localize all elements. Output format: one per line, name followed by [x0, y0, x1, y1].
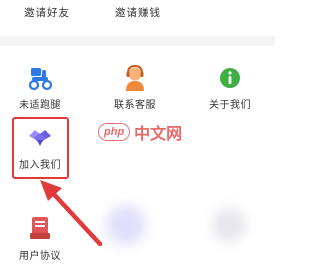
grid-item-label: 联系客服: [114, 100, 156, 111]
invite-friends-item[interactable]: 邀请好友: [24, 5, 70, 20]
grid-item-label: 未适跑腿: [19, 100, 61, 111]
grid-item-about-us[interactable]: 关于我们: [195, 64, 265, 124]
grid-item-label: 关于我们: [209, 100, 251, 111]
customer-service-icon: [121, 64, 149, 92]
watermark-badge: php: [98, 123, 131, 141]
watermark: php 中文网: [98, 123, 183, 143]
grid-item-user-agreement[interactable]: 用户协议: [5, 215, 75, 275]
section-separator: [0, 36, 275, 46]
grid-item-label: 用户协议: [19, 251, 61, 262]
grid-item-errand[interactable]: 未适跑腿: [5, 64, 75, 124]
watermark-text: 中文网: [134, 126, 183, 143]
blurred-icon: [106, 205, 146, 245]
document-icon: [26, 215, 54, 243]
blurred-icon: [212, 208, 246, 242]
grid-item-customer-service[interactable]: 联系客服: [100, 64, 170, 124]
invite-earn-item[interactable]: 邀请赚钱: [115, 5, 161, 20]
info-icon: [216, 64, 244, 92]
invite-row: 邀请好友 邀请赚钱: [0, 0, 275, 30]
highlight-box: [12, 117, 69, 179]
scooter-icon: [26, 64, 54, 92]
